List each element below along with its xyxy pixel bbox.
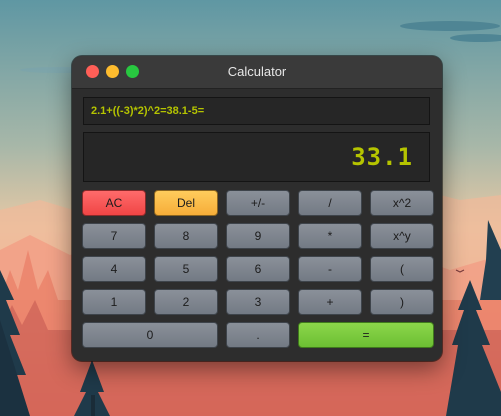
decimal-button[interactable]: . <box>226 322 290 348</box>
digit-5-button[interactable]: 5 <box>154 256 218 282</box>
divide-button[interactable]: / <box>298 190 362 216</box>
digit-0-button[interactable]: 0 <box>82 322 218 348</box>
delete-button[interactable]: Del <box>154 190 218 216</box>
expression-display: 2.1+((-3)*2)^2=38.1-5= <box>83 97 430 125</box>
power-button[interactable]: x^y <box>370 223 434 249</box>
digit-7-button[interactable]: 7 <box>82 223 146 249</box>
multiply-button[interactable]: * <box>298 223 362 249</box>
digit-9-button[interactable]: 9 <box>226 223 290 249</box>
square-button[interactable]: x^2 <box>370 190 434 216</box>
negate-button[interactable]: +/- <box>226 190 290 216</box>
all-clear-button[interactable]: AC <box>82 190 146 216</box>
keypad: AC Del +/- / x^2 7 8 9 * x^y 4 5 6-(1 2 3 +) 0. = <box>82 190 434 350</box>
result-display: 33.1 <box>83 132 430 182</box>
digit-4-button[interactable]: 4 <box>82 256 146 282</box>
digit-2-button[interactable]: 2 <box>154 289 218 315</box>
digit-8-button[interactable]: 8 <box>154 223 218 249</box>
title-bar[interactable]: Calculator <box>72 56 442 89</box>
digit-3-button[interactable]: 3 <box>226 289 290 315</box>
subtract-button[interactable]: - <box>298 256 362 282</box>
add-button[interactable]: + <box>298 289 362 315</box>
open-paren-button[interactable]: ( <box>370 256 434 282</box>
close-paren-button[interactable]: ) <box>370 289 434 315</box>
digit-1-button[interactable]: 1 <box>82 289 146 315</box>
digit-6-button[interactable]: 6 <box>226 256 290 282</box>
calculator-window: Calculator 2.1+((-3)*2)^2=38.1-5= 33.1 A… <box>72 56 442 361</box>
equals-button[interactable]: = <box>298 322 434 348</box>
window-title: Calculator <box>227 64 287 79</box>
